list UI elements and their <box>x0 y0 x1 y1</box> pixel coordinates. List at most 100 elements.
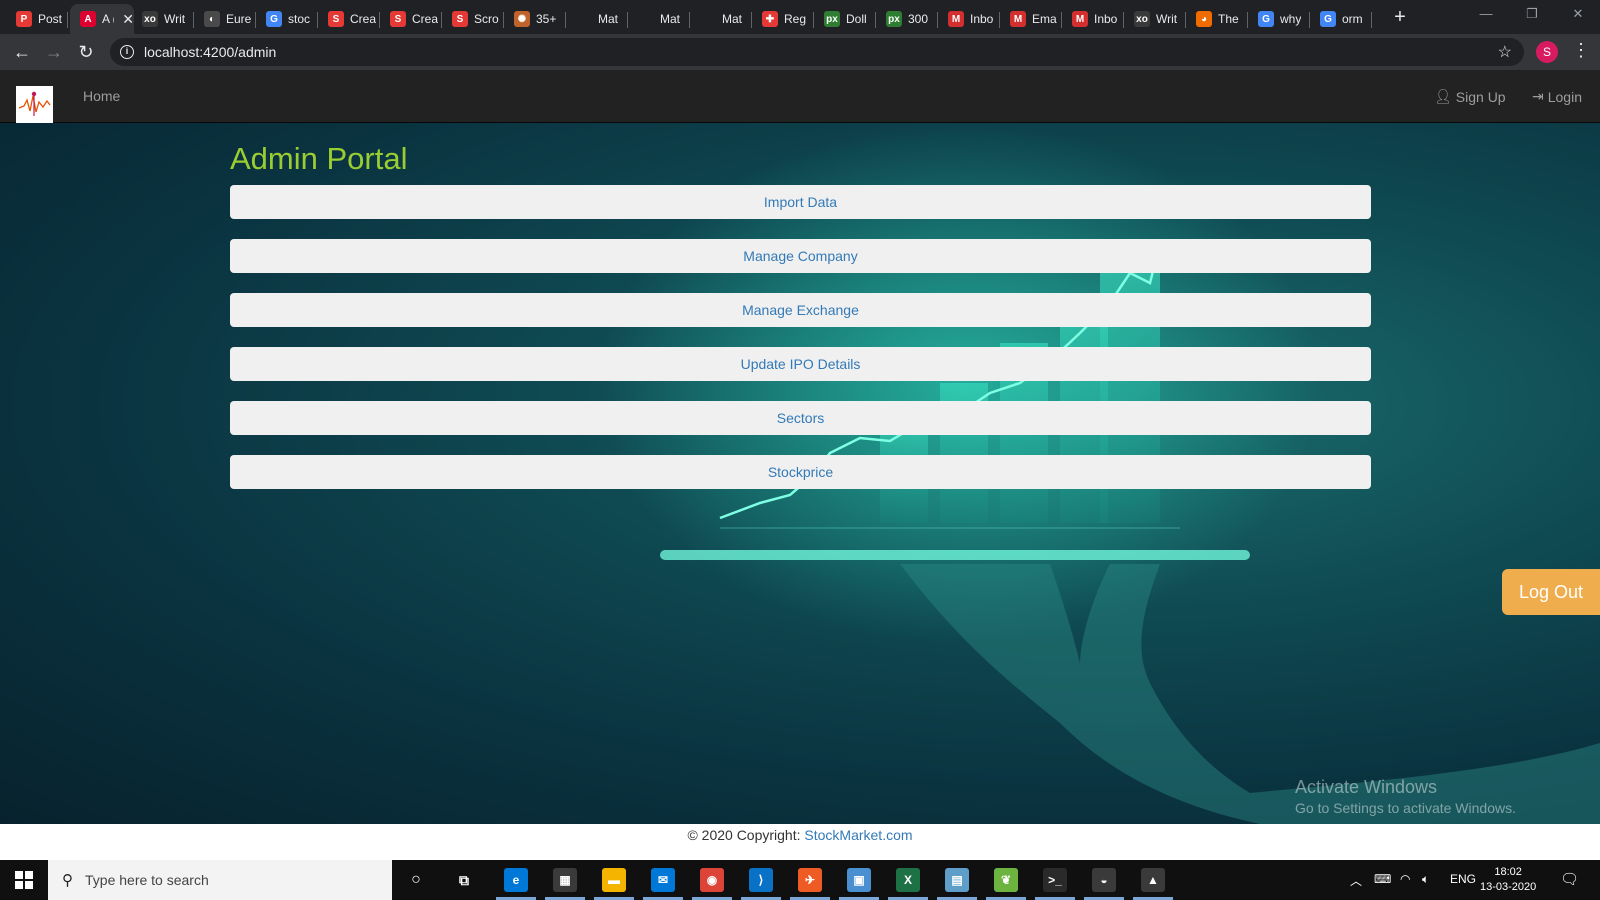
restore-icon[interactable]: ❐ <box>1522 6 1542 22</box>
nav-signup-link[interactable]: 👤︎ Sign Up <box>1434 88 1506 105</box>
browser-tab[interactable]: xo Writ <box>1124 4 1186 34</box>
excel-icon[interactable]: X <box>896 868 920 892</box>
browser-tab[interactable]: ◕ The <box>1186 4 1248 34</box>
browser-tab[interactable]: xo Writ <box>132 4 194 34</box>
browser-tab[interactable]: S Scro <box>442 4 504 34</box>
taskbar-search-box[interactable]: ⚲ Type here to search <box>48 860 392 900</box>
minimize-icon[interactable]: — <box>1476 6 1496 21</box>
browser-tab[interactable]: S Crea <box>380 4 442 34</box>
tab-title: Ema <box>1032 12 1057 26</box>
s-icon: S <box>390 11 406 27</box>
puzzle-icon: ✚ <box>762 11 778 27</box>
menu-button-manage-company[interactable]: Manage Company <box>230 239 1371 273</box>
menu-button-stockprice[interactable]: Stockprice <box>230 455 1371 489</box>
tab-title: 35+ <box>536 12 557 26</box>
watermark-line-2: Go to Settings to activate Windows. <box>1295 800 1516 816</box>
nav-home-link[interactable]: Home <box>83 88 120 104</box>
browser-tab[interactable]: ✚ Reg <box>752 4 814 34</box>
browser-tab[interactable]: AA (✕ <box>70 4 134 34</box>
reload-icon[interactable]: ↻ <box>74 40 98 64</box>
browser-tab[interactable]: px 300 <box>876 4 938 34</box>
mail-icon[interactable]: ✉ <box>651 868 675 892</box>
menu-button-manage-exchange[interactable]: Manage Exchange <box>230 293 1371 327</box>
browser-tab[interactable]: Gstoc <box>256 4 318 34</box>
tab-title: Writ <box>164 12 186 26</box>
start-button[interactable] <box>0 860 48 900</box>
notepad-icon[interactable]: ▤ <box>945 868 969 892</box>
profile-avatar[interactable]: S <box>1536 41 1558 63</box>
photos-icon[interactable]: ▲ <box>1141 868 1165 892</box>
xo-icon: xo <box>142 11 158 27</box>
browser-tab[interactable]: Gwhy <box>1248 4 1310 34</box>
bookmark-star-icon[interactable]: ☆ <box>1498 42 1512 62</box>
logout-button[interactable]: Log Out <box>1502 569 1600 615</box>
browser-tab[interactable]: Gorm <box>1310 4 1372 34</box>
tab-title: Crea <box>412 12 439 26</box>
browser-tab[interactable]: px Doll <box>814 4 876 34</box>
back-icon[interactable]: ← <box>10 40 34 64</box>
tab-title: stoc <box>288 12 311 26</box>
windows-taskbar: ⚲ Type here to search ○ ⧉ e ▦ ▬ ✉ ◉ ⟩ ✈ ▣ X ▤ ❦ >_ ◒… <box>0 860 1600 900</box>
login-label: Login <box>1547 88 1582 105</box>
blank-icon <box>576 11 592 27</box>
flame-icon: ◕ <box>1196 11 1212 27</box>
tab-title: Doll <box>846 12 867 26</box>
blank-icon <box>700 11 716 27</box>
tab-title: Writ <box>1156 12 1178 26</box>
tab-title: why <box>1280 12 1302 26</box>
browser-tab[interactable]: P Post <box>6 4 68 34</box>
browser-tab[interactable]: Mat <box>628 4 690 34</box>
watermark-line-1: Activate Windows <box>1295 777 1438 797</box>
file-explorer-icon[interactable]: ▬ <box>602 868 626 892</box>
volume-muted-icon[interactable]: 🔈︎ <box>1422 872 1429 887</box>
edge-icon[interactable]: e <box>504 868 528 892</box>
notifications-icon[interactable]: 🗨︎ <box>1560 870 1579 888</box>
chrome-icon[interactable]: ◉ <box>700 868 724 892</box>
tab-title: orm <box>1342 12 1363 26</box>
new-tab-button[interactable]: + <box>1388 6 1412 29</box>
system-clock[interactable]: 18:02 13-03-2020 <box>1480 865 1536 895</box>
terminal-icon[interactable]: >_ <box>1043 868 1067 892</box>
postman-icon: P <box>16 11 32 27</box>
task-view-icon[interactable]: ⧉ <box>452 868 476 892</box>
show-hidden-icons-chevron-icon[interactable]: ︿ <box>1350 872 1362 889</box>
angular-icon: A <box>80 11 96 27</box>
browser-tab[interactable]: ◐ Eure <box>194 4 256 34</box>
px-icon: px <box>886 11 902 27</box>
brand-logo[interactable] <box>16 86 53 123</box>
site-info-icon[interactable]: i <box>120 45 134 59</box>
browser-tab[interactable]: M Inbo <box>1062 4 1124 34</box>
address-bar[interactable]: i localhost:4200/admin ☆ <box>110 38 1524 66</box>
keyboard-icon[interactable]: ⌨ <box>1374 872 1391 886</box>
remote-desktop-icon[interactable]: ▣ <box>847 868 871 892</box>
store-icon[interactable]: ▦ <box>553 868 577 892</box>
tab-title: Reg <box>784 12 807 26</box>
tab-title: The <box>1218 12 1239 26</box>
mysql-workbench-icon[interactable]: ◒ <box>1092 868 1116 892</box>
footer-link[interactable]: StockMarket.com <box>804 827 912 843</box>
activate-windows-watermark: Activate Windows Go to Settings to activ… <box>1295 777 1516 816</box>
gmail-icon: M <box>1010 11 1026 27</box>
language-indicator[interactable]: ENG <box>1450 872 1476 886</box>
tab-separator <box>1371 12 1372 28</box>
menu-button-import-data[interactable]: Import Data <box>230 185 1371 219</box>
cortana-icon[interactable]: ○ <box>404 868 428 892</box>
wifi-icon[interactable]: ◠ <box>1400 872 1410 886</box>
spring-icon[interactable]: ❦ <box>994 868 1018 892</box>
browser-menu-icon[interactable]: ⋮ <box>1572 40 1590 61</box>
nav-login-link[interactable]: ⇥ Login <box>1532 88 1582 105</box>
browser-tab[interactable]: Mat <box>690 4 752 34</box>
menu-button-sectors[interactable]: Sectors <box>230 401 1371 435</box>
browser-tab[interactable]: M Inbo <box>938 4 1000 34</box>
menu-button-update-ipo-details[interactable]: Update IPO Details <box>230 347 1371 381</box>
browser-tab[interactable]: ✺ 35+ <box>504 4 566 34</box>
tab-title: Mat <box>722 12 743 26</box>
stock-chart-logo-icon <box>18 91 51 116</box>
browser-tab[interactable]: Mat <box>566 4 628 34</box>
forward-icon[interactable]: → <box>42 40 66 64</box>
browser-tab[interactable]: S Crea <box>318 4 380 34</box>
postman-icon[interactable]: ✈ <box>798 868 822 892</box>
vscode-icon[interactable]: ⟩ <box>749 868 773 892</box>
browser-tab[interactable]: M Ema <box>1000 4 1062 34</box>
close-window-icon[interactable]: ✕ <box>1568 6 1588 22</box>
